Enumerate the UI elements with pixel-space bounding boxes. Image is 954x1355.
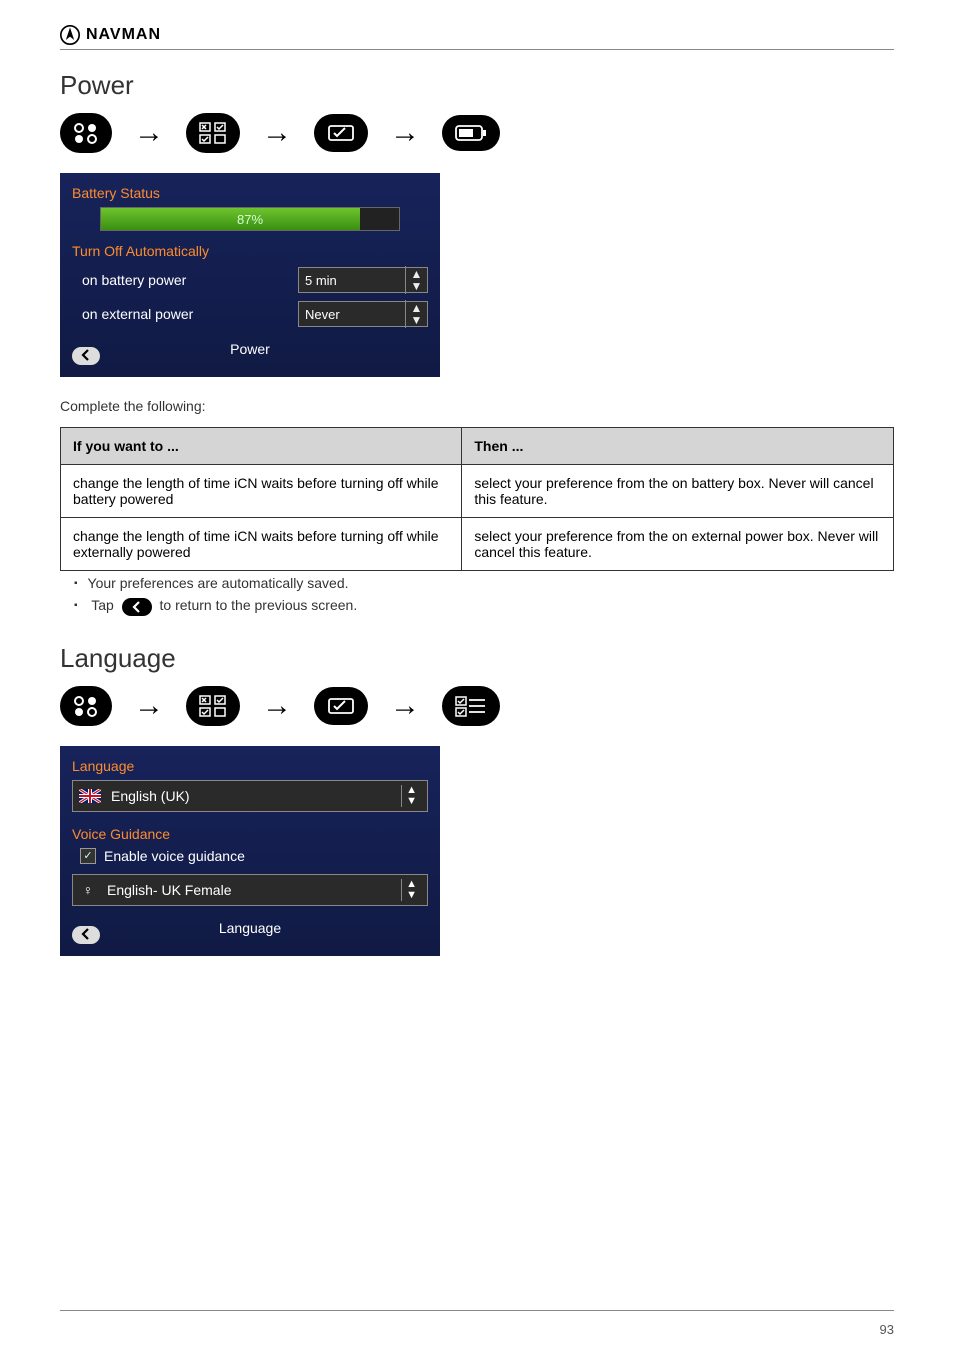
on-external-spinbox[interactable]: Never ▲▼ [298,301,428,327]
col-then: Then ... [462,427,894,464]
spinner-icon[interactable]: ▲▼ [401,785,421,807]
power-options-table: If you want to ... Then ... change the l… [60,427,894,571]
language-icon [442,686,500,726]
spinner-icon[interactable]: ▲▼ [405,266,427,294]
language-value: English (UK) [111,788,391,804]
battery-bar: 87% [100,207,400,231]
power-intro: Complete the following: [60,397,894,417]
col-if: If you want to ... [61,427,462,464]
bullet-back-pre: Tap [91,597,114,613]
section-title-language: Language [60,643,894,674]
on-battery-value: 5 min [299,271,405,290]
power-bullets: Your preferences are automatically saved… [74,575,894,613]
arrow-icon: → [134,118,164,148]
uk-flag-icon [79,789,101,803]
header: NAVMAN [60,25,894,50]
back-icon-inline [122,598,152,616]
voice-selector[interactable]: ♀ English- UK Female ▲▼ [72,874,428,906]
on-battery-spinbox[interactable]: 5 min ▲▼ [298,267,428,293]
cell-if: change the length of time iCN waits befo… [61,517,462,570]
arrow-icon: → [262,691,292,721]
back-button[interactable] [72,926,100,944]
table-row: change the length of time iCN waits befo… [61,464,894,517]
brand-text: NAVMAN [86,26,161,44]
battery-percent-label: 87% [101,212,399,227]
language-selector[interactable]: English (UK) ▲▼ [72,780,428,812]
power-icon [442,115,500,151]
bullet-back-post: to return to the previous screen. [160,597,358,613]
power-screenshot: Battery Status 87% Turn Off Automaticall… [60,173,440,377]
bullet-autosave: Your preferences are automatically saved… [74,575,894,591]
voice-value: English- UK Female [107,882,391,898]
on-battery-label: on battery power [72,272,298,288]
enable-voice-label: Enable voice guidance [104,848,245,864]
battery-status-label: Battery Status [72,185,428,201]
on-external-value: Never [299,305,405,324]
breadcrumb-language: → → → [60,686,894,726]
language-screenshot: Language English (UK) ▲▼ Voice Guidance … [60,746,440,956]
cell-then: select your preference from the on exter… [462,517,894,570]
chevron-left-icon [80,928,92,940]
preferences-icon [186,686,240,726]
screen-title: Power [230,341,270,357]
cell-then: select your preference from the on batte… [462,464,894,517]
preferences-icon [186,113,240,153]
section-title-power: Power [60,70,894,101]
spinner-icon[interactable]: ▲▼ [401,879,421,901]
settings-icon [314,114,368,152]
main-menu-icon [60,113,112,153]
bullet-back: Tap to return to the previous screen. [74,595,894,613]
cell-if: change the length of time iCN waits befo… [61,464,462,517]
breadcrumb-power: → → → [60,113,894,153]
arrow-icon: → [390,691,420,721]
chevron-left-icon [80,349,92,361]
navman-logo-icon [60,25,80,45]
checkbox-icon[interactable]: ✓ [80,848,96,864]
page-number: 93 [880,1322,894,1337]
screen-title: Language [219,920,281,936]
brand-logo: NAVMAN [60,25,894,45]
voice-guidance-label: Voice Guidance [72,826,428,842]
table-row: change the length of time iCN waits befo… [61,517,894,570]
language-label: Language [72,758,428,774]
arrow-icon: → [134,691,164,721]
footer-rule [60,1310,894,1311]
on-external-label: on external power [72,306,298,322]
enable-voice-checkbox-row[interactable]: ✓ Enable voice guidance [72,848,428,864]
chevron-left-icon [131,601,143,613]
person-icon: ♀ [79,882,97,898]
arrow-icon: → [390,118,420,148]
settings-icon [314,687,368,725]
turn-off-label: Turn Off Automatically [72,243,428,259]
arrow-icon: → [262,118,292,148]
spinner-icon[interactable]: ▲▼ [405,300,427,328]
back-button[interactable] [72,347,100,365]
main-menu-icon [60,686,112,726]
